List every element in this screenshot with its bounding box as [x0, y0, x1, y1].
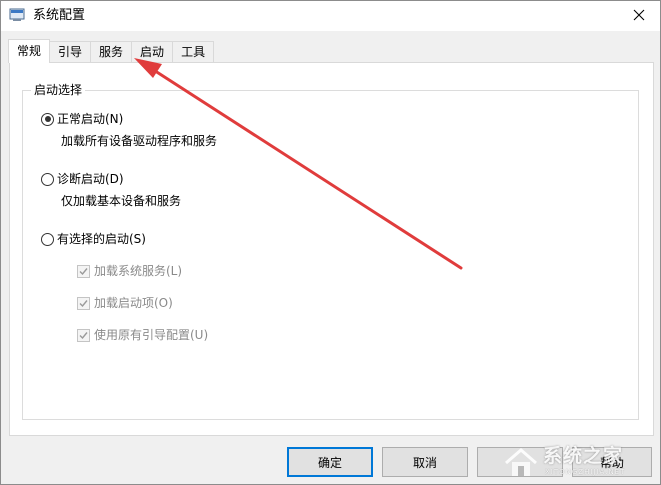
load-system-services-checkbox: 加载系统服务(L) [77, 263, 182, 279]
checkmark-icon [79, 331, 88, 339]
diagnostic-startup-radio[interactable]: 诊断启动(D) [41, 171, 124, 187]
radio-indicator[interactable] [41, 232, 54, 246]
use-original-boot-config-label: 使用原有引导配置(U) [94, 328, 209, 342]
checkbox-indicator [77, 296, 90, 310]
diagnostic-startup-description: 仅加载基本设备和服务 [61, 194, 182, 208]
use-original-boot-config-checkbox: 使用原有引导配置(U) [77, 327, 208, 343]
checkbox-indicator [77, 328, 90, 342]
normal-startup-label: 正常启动(N) [57, 112, 124, 126]
tab-startup[interactable]: 启动 [131, 41, 174, 63]
watermark-house-icon [505, 448, 537, 476]
load-startup-items-checkbox: 加载启动项(O) [77, 295, 173, 311]
cancel-button[interactable]: 取消 [382, 447, 468, 477]
normal-startup-radio[interactable]: 正常启动(N) [41, 111, 123, 127]
tab-general[interactable]: 常规 [8, 39, 51, 63]
load-system-services-label: 加载系统服务(L) [94, 264, 183, 278]
watermark-text: 系统之家 [543, 445, 624, 467]
watermark-subtext: XITONGZHIJIA.NET [545, 468, 626, 476]
selective-startup-radio[interactable]: 有选择的启动(S) [41, 231, 146, 247]
ok-button[interactable]: 确定 [287, 447, 373, 477]
checkmark-icon [79, 267, 88, 275]
radio-indicator[interactable] [41, 112, 54, 126]
msconfig-icon [9, 7, 25, 23]
startup-selection-group: 启动选择 正常启动(N) 加载所有设备驱动程序和服务 诊断启动(D) 仅加载基本… [22, 82, 639, 420]
tab-strip: 常规 引导 服务 启动 工具 [8, 39, 215, 63]
watermark-logo: 系统之家 XITONGZHIJIA.NET [503, 445, 653, 481]
title-bar[interactable]: 系统配置 [1, 1, 660, 31]
tab-services[interactable]: 服务 [90, 41, 133, 63]
group-title: 启动选择 [31, 82, 86, 98]
diagnostic-startup-label: 诊断启动(D) [57, 172, 124, 186]
checkmark-icon [79, 299, 88, 307]
load-startup-items-label: 加载启动项(O) [94, 296, 173, 310]
close-button[interactable] [618, 1, 660, 31]
window-title: 系统配置 [33, 8, 86, 23]
general-tab-panel: 启动选择 正常启动(N) 加载所有设备驱动程序和服务 诊断启动(D) 仅加载基本… [9, 62, 654, 436]
system-config-window: 系统配置 常规 引导 服务 启动 工具 启动选择 正常启动(N) 加载所有设备驱… [0, 0, 661, 485]
checkbox-indicator [77, 264, 90, 278]
radio-indicator[interactable] [41, 172, 54, 186]
tab-boot[interactable]: 引导 [49, 41, 92, 63]
selective-startup-label: 有选择的启动(S) [57, 232, 146, 246]
close-icon [633, 9, 645, 24]
normal-startup-description: 加载所有设备驱动程序和服务 [61, 134, 218, 148]
tab-tools[interactable]: 工具 [172, 41, 215, 63]
